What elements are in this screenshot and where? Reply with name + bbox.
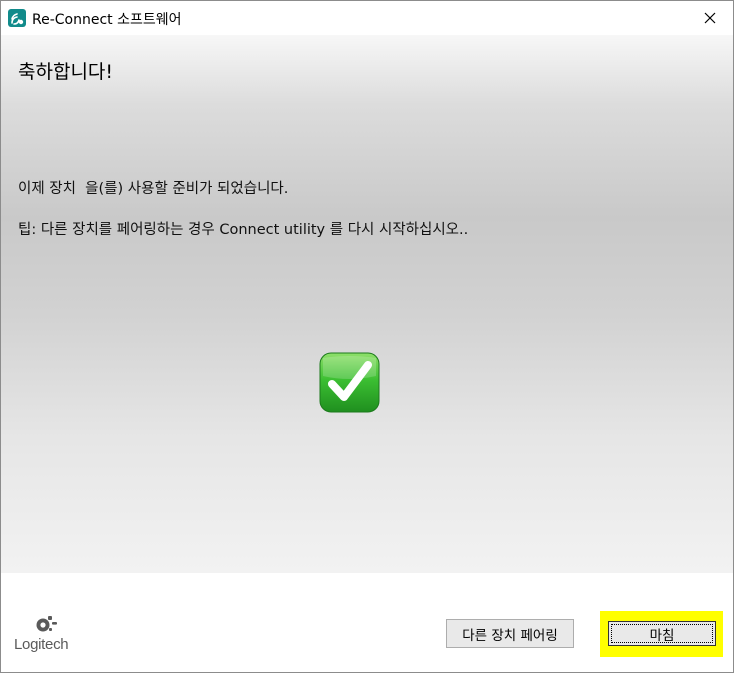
app-icon: [8, 9, 26, 27]
checkmark-icon: [319, 352, 380, 413]
logitech-mark-icon: [36, 616, 57, 632]
close-icon: [704, 12, 716, 24]
finish-button[interactable]: 마침: [608, 621, 716, 646]
logitech-logo: Logitech: [14, 613, 84, 657]
logitech-wordmark: Logitech: [14, 636, 69, 653]
ready-message: 이제 장치 을(를) 사용할 준비가 되었습니다.: [18, 181, 289, 197]
title-bar[interactable]: Re-Connect 소프트웨어: [1, 1, 733, 35]
close-button[interactable]: [687, 1, 733, 35]
window-title: Re-Connect 소프트웨어: [32, 12, 182, 28]
reconnect-window: Re-Connect 소프트웨어 축하합니다! 이제 장치 을(를) 사용할 준…: [0, 0, 734, 673]
content-area: 축하합니다! 이제 장치 을(를) 사용할 준비가 되었습니다. 팁: 다른 장…: [1, 35, 733, 573]
pair-another-device-button[interactable]: 다른 장치 페어링: [446, 619, 574, 648]
page-heading: 축하합니다!: [18, 61, 114, 83]
footer: Logitech 다른 장치 페어링 마침: [1, 573, 733, 672]
tip-message: 팁: 다른 장치를 페어링하는 경우 Connect utility 를 다시 …: [18, 222, 469, 238]
